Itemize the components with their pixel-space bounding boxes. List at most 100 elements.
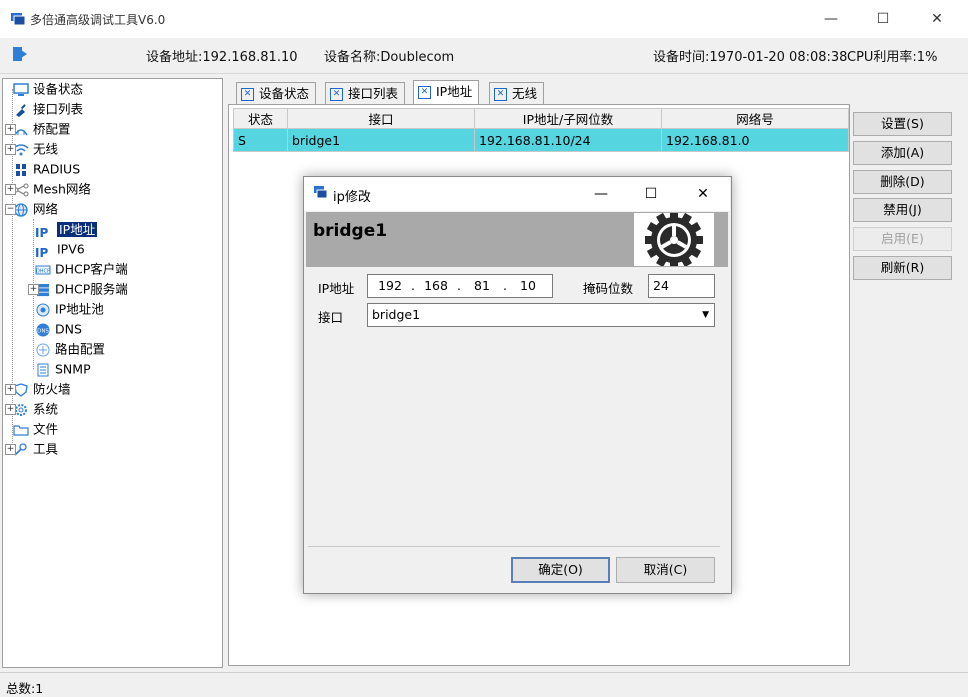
tab-close-icon[interactable]: ✕ bbox=[494, 88, 507, 101]
tab-ip-address[interactable]: ✕ IP地址 bbox=[413, 80, 480, 106]
ip-octet-2[interactable]: 168 bbox=[419, 275, 453, 297]
navigation-tree[interactable]: 设备状态 接口列表 + 桥配置 + 无线 RADIUS + Mesh网络 − 网… bbox=[2, 78, 223, 668]
dialog-title: ip修改 bbox=[333, 190, 371, 205]
tree-item-mesh[interactable]: + Mesh网络 bbox=[5, 179, 91, 199]
ip-octet-4[interactable]: 10 bbox=[511, 275, 545, 297]
ip-address-input[interactable]: 192 . 168 . 81 . 10 bbox=[367, 274, 553, 298]
tree-item-dns[interactable]: DNS DNS bbox=[35, 319, 82, 339]
dns-icon: DNS bbox=[36, 323, 50, 336]
enable-button[interactable]: 启用(E) bbox=[853, 227, 952, 251]
tab-device-status[interactable]: ✕ 设备状态 bbox=[236, 82, 317, 105]
expand-icon[interactable]: + bbox=[5, 144, 16, 155]
mask-bits-label: 掩码位数 bbox=[583, 281, 634, 296]
tree-item-file[interactable]: 文件 bbox=[13, 419, 58, 439]
window-title: 多倍通高级调试工具V6.0 bbox=[30, 13, 166, 27]
tree-item-interface-list[interactable]: 接口列表 bbox=[13, 99, 83, 119]
expand-icon[interactable]: + bbox=[5, 184, 16, 195]
interface-select-value: bridge1 bbox=[372, 307, 421, 322]
cpu-usage: CPU利用率:1% bbox=[847, 50, 938, 65]
tree-item-dhcp-client[interactable]: DHCP DHCP客户端 bbox=[35, 259, 128, 279]
expand-icon[interactable]: + bbox=[28, 284, 39, 295]
grid-icon bbox=[16, 163, 26, 176]
cell-ip: 192.168.81.10/24 bbox=[474, 128, 662, 152]
expand-icon[interactable]: + bbox=[5, 404, 16, 415]
exit-icon[interactable] bbox=[12, 46, 30, 62]
ip-dot: . bbox=[411, 278, 415, 293]
tab-wireless[interactable]: ✕ 无线 bbox=[489, 82, 545, 105]
settings-gear-icon bbox=[634, 211, 714, 269]
tree-item-ip-address[interactable]: IP IP地址 bbox=[35, 219, 98, 240]
column-header-interface[interactable]: 接口 bbox=[287, 108, 475, 129]
tree-item-tools[interactable]: + 工具 bbox=[5, 439, 58, 459]
column-header-network[interactable]: 网络号 bbox=[661, 108, 849, 129]
tab-close-icon[interactable]: ✕ bbox=[241, 88, 254, 101]
ip-icon: IP bbox=[35, 225, 49, 240]
collapse-icon[interactable]: − bbox=[5, 204, 16, 215]
tab-close-icon[interactable]: ✕ bbox=[418, 86, 431, 99]
ok-button[interactable]: 确定(O) bbox=[511, 557, 610, 583]
interface-label: 接口 bbox=[318, 310, 344, 325]
delete-button[interactable]: 删除(D) bbox=[853, 170, 952, 194]
device-name: 设备名称:Doublecom bbox=[324, 50, 455, 65]
plug-icon bbox=[16, 103, 26, 117]
pool-icon bbox=[36, 303, 50, 316]
tree-item-firewall[interactable]: + 防火墙 bbox=[5, 379, 71, 399]
tree-item-wireless[interactable]: + 无线 bbox=[5, 139, 58, 159]
device-time: 设备时间:1970-01-20 08:08:38 bbox=[653, 50, 848, 65]
ipv6-icon: IP bbox=[35, 245, 49, 260]
table-row[interactable]: S bridge1 192.168.81.10/24 192.168.81.0 bbox=[233, 128, 849, 152]
ip-address-label: IP地址 bbox=[318, 281, 355, 296]
dialog-close-button[interactable]: ✕ bbox=[680, 177, 726, 211]
cell-network: 192.168.81.0 bbox=[661, 128, 849, 152]
document-icon bbox=[37, 363, 49, 376]
mask-bits-input[interactable]: 24 bbox=[648, 274, 715, 298]
expand-icon[interactable]: + bbox=[5, 124, 16, 135]
dialog-separator bbox=[308, 546, 720, 547]
dialog-minimize-button[interactable]: — bbox=[578, 177, 624, 211]
svg-text:DHCP: DHCP bbox=[36, 268, 50, 274]
tree-item-ip-pool[interactable]: IP地址池 bbox=[35, 299, 104, 319]
add-button[interactable]: 添加(A) bbox=[853, 141, 952, 165]
tree-item-bridge-config[interactable]: + 桥配置 bbox=[5, 119, 71, 139]
close-button[interactable]: ✕ bbox=[914, 0, 960, 38]
dialog-maximize-button[interactable]: ☐ bbox=[628, 177, 674, 211]
svg-text:DNS: DNS bbox=[37, 328, 49, 334]
interface-select[interactable]: bridge1 ▼ bbox=[367, 303, 715, 327]
dhcp-icon: DHCP bbox=[35, 265, 51, 274]
tree-item-ipv6[interactable]: IP IPV6 bbox=[35, 239, 85, 260]
dialog-heading: bridge1 bbox=[313, 221, 388, 241]
app-icon bbox=[314, 186, 328, 199]
app-icon bbox=[11, 13, 26, 26]
cancel-button[interactable]: 取消(C) bbox=[616, 557, 715, 583]
route-icon bbox=[36, 343, 50, 356]
ip-octet-3[interactable]: 81 bbox=[465, 275, 499, 297]
cell-status: S bbox=[233, 128, 288, 152]
refresh-button[interactable]: 刷新(R) bbox=[853, 256, 952, 280]
maximize-button[interactable]: ☐ bbox=[860, 0, 906, 38]
folder-icon bbox=[13, 424, 29, 436]
tree-item-system[interactable]: + 系统 bbox=[5, 399, 58, 419]
expand-icon[interactable]: + bbox=[5, 384, 16, 395]
ip-address-table[interactable]: 状态 接口 IP地址/子网位数 网络号 S bridge1 192.168.81… bbox=[233, 108, 849, 152]
ip-dot: . bbox=[503, 278, 507, 293]
tree-item-radius[interactable]: RADIUS bbox=[13, 159, 80, 179]
tree-item-device-status[interactable]: 设备状态 bbox=[13, 79, 83, 99]
set-button[interactable]: 设置(S) bbox=[853, 112, 952, 136]
tab-close-icon[interactable]: ✕ bbox=[330, 88, 343, 101]
ip-octet-1[interactable]: 192 bbox=[373, 275, 407, 297]
tree-item-snmp[interactable]: SNMP bbox=[35, 359, 91, 379]
column-header-status[interactable]: 状态 bbox=[233, 108, 288, 129]
gear-icon bbox=[645, 211, 703, 269]
tree-item-route-config[interactable]: 路由配置 bbox=[35, 339, 105, 359]
tree-item-network[interactable]: − 网络 bbox=[5, 199, 58, 219]
device-address: 设备地址:192.168.81.10 bbox=[146, 50, 298, 65]
ip-dot: . bbox=[457, 278, 461, 293]
tree-item-dhcp-server[interactable]: + DHCP服务端 bbox=[28, 279, 128, 299]
expand-icon[interactable]: + bbox=[5, 444, 16, 455]
dropdown-arrow-icon[interactable]: ▼ bbox=[702, 304, 709, 326]
cell-interface: bridge1 bbox=[287, 128, 475, 152]
tab-interface-list[interactable]: ✕ 接口列表 bbox=[325, 82, 406, 105]
column-header-ip[interactable]: IP地址/子网位数 bbox=[474, 108, 662, 129]
disable-button[interactable]: 禁用(J) bbox=[853, 198, 952, 222]
minimize-button[interactable]: — bbox=[808, 0, 854, 38]
